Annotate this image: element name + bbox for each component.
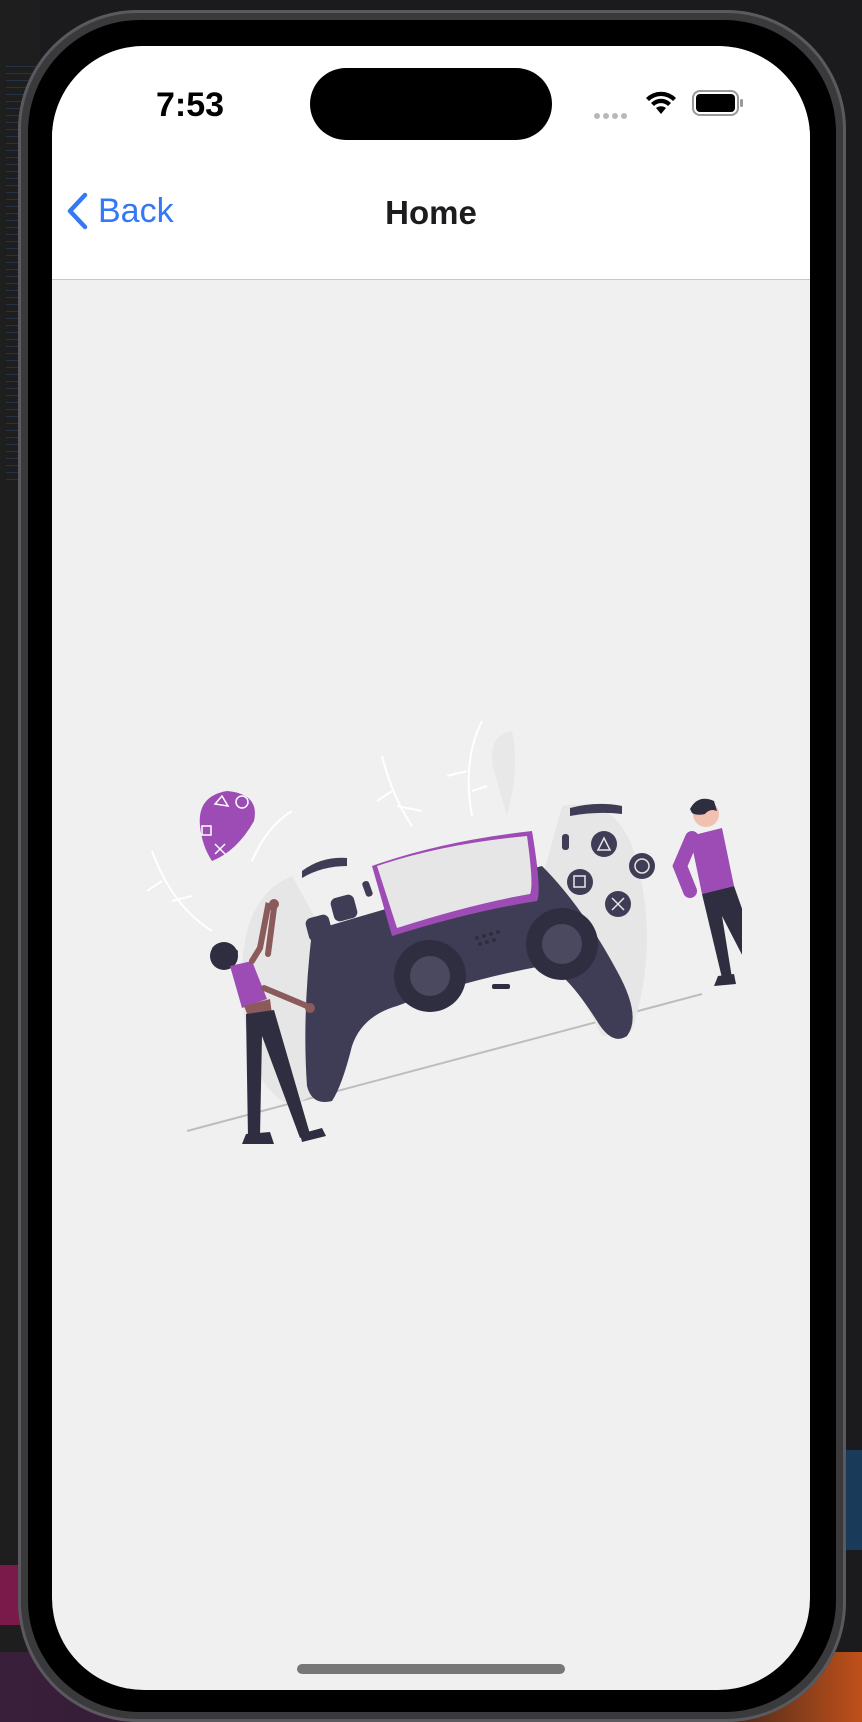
home-indicator[interactable] (297, 1664, 565, 1674)
battery-icon (692, 90, 743, 116)
person-right (672, 798, 742, 986)
game-controller-illustration (146, 720, 742, 1144)
phone-screen: 7:53 Back Home (52, 46, 810, 1690)
balloon-icon (199, 791, 255, 861)
page-title: Home (385, 194, 477, 231)
navigation-bar: Back Home (52, 166, 810, 280)
status-time: 7:53 (156, 86, 225, 124)
status-bar: 7:53 (52, 46, 810, 166)
wifi-icon (646, 91, 676, 114)
signal-dots-icon (594, 106, 630, 124)
leaf-decoration (492, 731, 516, 816)
dynamic-island (310, 68, 552, 140)
